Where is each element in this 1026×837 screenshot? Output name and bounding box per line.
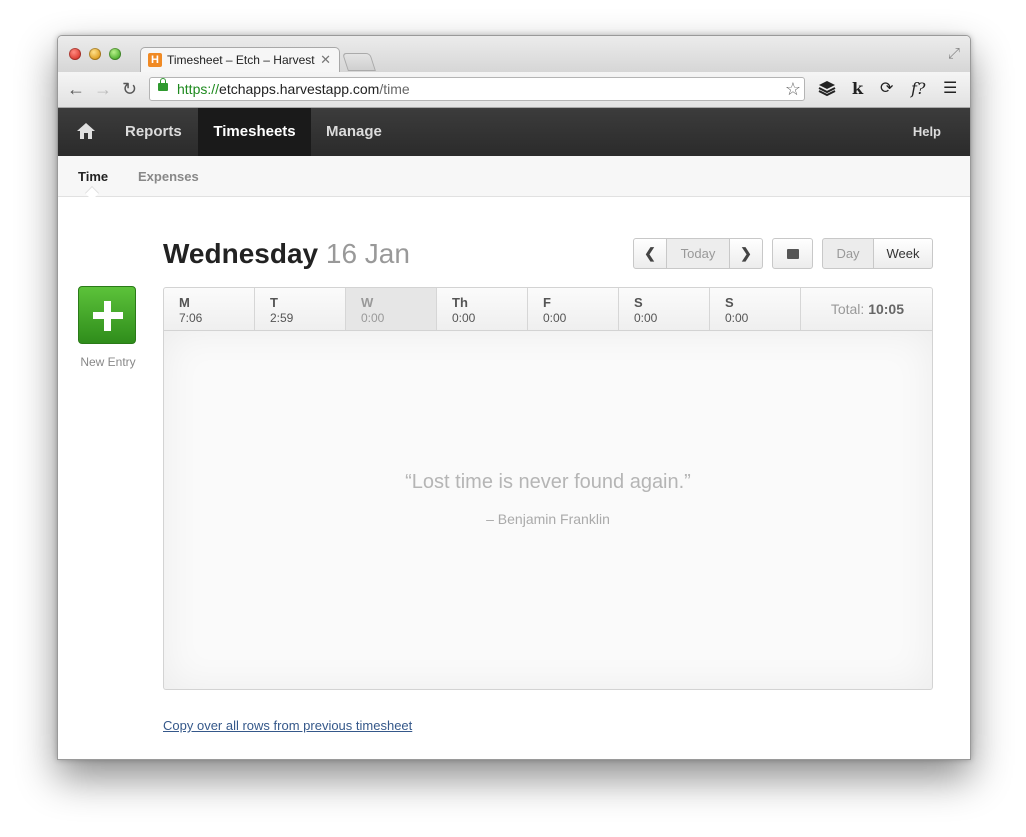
f-extension-icon[interactable]: f? (911, 79, 926, 99)
week-view-button[interactable]: Week (873, 238, 933, 269)
zoom-window-icon[interactable] (109, 48, 121, 60)
sync-icon[interactable]: ⟳ (880, 79, 893, 99)
previous-day-button[interactable]: ❮ (633, 238, 667, 269)
calendar-button[interactable] (772, 238, 813, 269)
copy-previous-rows-link[interactable]: Copy over all rows from previous timeshe… (163, 718, 412, 733)
browser-tab[interactable]: H Timesheet – Etch – Harvest ✕ (140, 47, 340, 72)
weekday-tuesday[interactable]: T 2:59 (255, 288, 346, 330)
browser-window: H Timesheet – Etch – Harvest ✕ ⤢ ← → ↻ h… (57, 35, 971, 760)
harvest-favicon-icon: H (148, 53, 162, 67)
weekday-name: Th (452, 295, 468, 310)
layers-icon[interactable] (818, 79, 836, 103)
subnav-expenses[interactable]: Expenses (138, 169, 199, 184)
empty-quote: “Lost time is never found again.” (405, 471, 691, 493)
weekday-saturday[interactable]: S 0:00 (619, 288, 710, 330)
forward-arrow-icon[interactable]: → (94, 79, 112, 99)
tab-title: Timesheet – Etch – Harvest (167, 53, 315, 67)
day-name: Wednesday (163, 238, 319, 269)
nav-timesheets[interactable]: Timesheets (198, 108, 311, 156)
day-date: 16 Jan (325, 238, 410, 269)
weekday-friday[interactable]: F 0:00 (528, 288, 619, 330)
minimize-window-icon[interactable] (89, 48, 101, 60)
bookmark-star-icon[interactable]: ☆ (785, 78, 801, 100)
url-text: https://etchapps.harvestapp.com/time (177, 81, 410, 97)
weekday-time: 0:00 (725, 311, 749, 325)
active-tab-caret (84, 185, 100, 201)
weekday-thursday[interactable]: Th 0:00 (437, 288, 528, 330)
weekday-time: 0:00 (361, 311, 385, 325)
fullscreen-icon[interactable]: ⤢ (948, 45, 960, 62)
week-strip: M 7:06 T 2:59 W 0:00 Th 0:00 F 0:00 S 0:… (163, 287, 933, 331)
weekday-wednesday[interactable]: W 0:00 (346, 288, 437, 330)
weekday-sunday[interactable]: S 0:00 (710, 288, 801, 330)
home-icon[interactable] (76, 122, 96, 140)
new-entry-label: New Entry (80, 355, 136, 369)
today-button[interactable]: Today (666, 238, 730, 269)
back-arrow-icon[interactable]: ← (67, 79, 85, 99)
weekday-time: 0:00 (543, 311, 567, 325)
sub-nav: Time Expenses (58, 156, 970, 201)
new-entry-button[interactable] (78, 286, 136, 344)
weekday-time: 7:06 (179, 311, 203, 325)
weekday-time: 0:00 (634, 311, 658, 325)
nav-reports[interactable]: Reports (125, 108, 182, 156)
nav-manage[interactable]: Manage (326, 108, 382, 156)
weekday-name: S (634, 295, 643, 310)
weekday-name: M (179, 295, 190, 310)
title-bar: H Timesheet – Etch – Harvest ✕ ⤢ (58, 36, 970, 72)
weekday-time: 0:00 (452, 311, 476, 325)
week-total: Total: 10:05 (831, 301, 904, 317)
empty-timesheet: “Lost time is never found again.” – Benj… (163, 331, 933, 690)
subnav-time[interactable]: Time (78, 169, 108, 184)
weekday-name: S (725, 295, 734, 310)
next-day-button[interactable]: ❯ (729, 238, 763, 269)
new-tab-button[interactable] (342, 53, 376, 71)
nav-help[interactable]: Help (913, 108, 941, 156)
total-label: Total: (830, 301, 865, 317)
weekday-name: W (361, 295, 374, 310)
app-nav: Reports Timesheets Manage Help (58, 108, 970, 156)
weekday-time: 2:59 (270, 311, 294, 325)
k-extension-icon[interactable]: k (852, 79, 863, 99)
chevron-left-icon: ❮ (644, 245, 656, 261)
lock-icon (158, 78, 168, 91)
day-view-button[interactable]: Day (822, 238, 874, 269)
weekday-name: T (270, 295, 278, 310)
total-value: 10:05 (868, 301, 904, 317)
quote-author: – Benjamin Franklin (486, 511, 610, 527)
browser-toolbar: ← → ↻ https://etchapps.harvestapp.com/ti… (58, 72, 970, 108)
close-window-icon[interactable] (69, 48, 81, 60)
weekday-monday[interactable]: M 7:06 (164, 288, 255, 330)
address-bar[interactable]: https://etchapps.harvestapp.com/time ☆ (149, 77, 805, 101)
weekday-name: F (543, 295, 551, 310)
calendar-icon (786, 249, 799, 259)
reload-icon[interactable]: ↻ (122, 79, 137, 99)
tab-close-icon[interactable]: ✕ (320, 52, 331, 68)
menu-icon[interactable]: ☰ (943, 79, 957, 99)
page-title: Wednesday 16 Jan (163, 236, 410, 272)
chevron-right-icon: ❯ (740, 245, 752, 261)
